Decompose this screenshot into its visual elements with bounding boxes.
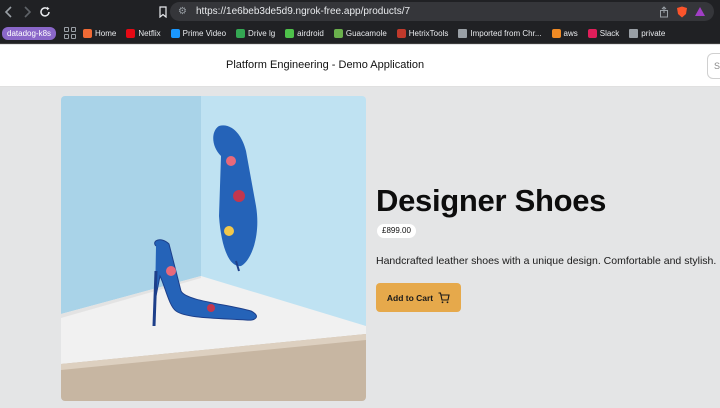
folder-icon <box>458 28 468 38</box>
netflix-favicon <box>126 28 136 38</box>
reload-icon <box>40 6 50 17</box>
forward-button[interactable] <box>18 2 36 22</box>
site-title[interactable]: Platform Engineering - Demo Application <box>226 59 424 71</box>
airdroid-favicon <box>285 28 295 38</box>
bookmarks-bar: datadog-k8s Home Netflix Prime Video Drive … <box>0 23 720 44</box>
chevron-left-icon <box>4 5 12 18</box>
add-to-cart-button[interactable]: Add to Cart <box>376 283 461 312</box>
bookmark-label: Prime Video <box>182 28 227 38</box>
bookmark-label: aws <box>563 28 578 38</box>
bookmark-label: airdroid <box>297 28 324 38</box>
bookmark-item[interactable]: aws <box>551 28 578 38</box>
product-title: Designer Shoes <box>376 183 607 218</box>
bookmark-item[interactable]: Drive lg <box>236 28 276 38</box>
bookmark-label: Netflix <box>138 28 161 38</box>
bookmark-label: HetrixTools <box>408 28 449 38</box>
bookmark-label: Home <box>95 28 117 38</box>
bookmark-item[interactable]: airdroid <box>285 28 324 38</box>
brave-shield-icon[interactable] <box>676 6 688 18</box>
prime-video-favicon <box>170 28 180 38</box>
bookmark-item[interactable]: private <box>629 28 666 38</box>
back-button[interactable] <box>0 2 18 22</box>
hetrixtools-favicon <box>396 28 406 38</box>
search-input[interactable]: S <box>707 53 720 79</box>
bookmark-label: private <box>641 28 666 38</box>
bookmark-label: Guacamole <box>345 28 387 38</box>
profile-group-chip[interactable]: datadog-k8s <box>2 26 57 40</box>
address-bar[interactable]: ⚙ https://1e6beb3de5d9.ngrok-free.app/pr… <box>170 2 714 21</box>
bookmark-label: Slack <box>599 28 620 38</box>
bookmark-item[interactable]: Prime Video <box>170 28 227 38</box>
bookmark-item[interactable]: Home <box>83 28 117 38</box>
url-text[interactable]: https://1e6beb3de5d9.ngrok-free.app/prod… <box>196 6 658 17</box>
price-badge: £899.00 <box>377 224 416 238</box>
cart-icon <box>438 291 450 303</box>
apps-grid-icon[interactable] <box>64 27 77 39</box>
share-icon[interactable] <box>658 5 670 18</box>
slack-favicon <box>587 28 597 38</box>
reload-button[interactable] <box>36 2 54 22</box>
aws-favicon <box>551 28 561 38</box>
product-image <box>61 96 366 401</box>
bookmark-item[interactable]: Imported from Chr... <box>458 28 542 38</box>
bookmark-item[interactable]: HetrixTools <box>396 28 449 38</box>
site-header: Platform Engineering - Demo Application … <box>0 45 720 87</box>
bookmark-list: Home Netflix Prime Video Drive lg airdroid Gu… <box>83 28 675 38</box>
bookmark-item[interactable]: Guacamole <box>333 28 387 38</box>
guacamole-favicon <box>333 28 343 38</box>
product-description: Handcrafted leather shoes with a unique … <box>376 255 717 267</box>
bookmark-label: Imported from Chr... <box>470 28 542 38</box>
site-settings-icon[interactable]: ⚙ <box>178 6 190 17</box>
bookmark-icon <box>159 5 167 18</box>
drive-favicon <box>236 28 246 38</box>
bookmark-item[interactable]: Slack <box>587 28 620 38</box>
chevron-right-icon <box>24 5 32 18</box>
brave-rewards-icon[interactable] <box>694 6 706 18</box>
bookmark-item[interactable]: Netflix <box>126 28 161 38</box>
home-favicon <box>83 28 93 38</box>
bookmark-label: Drive lg <box>248 28 276 38</box>
shoe-photo <box>61 96 366 401</box>
folder-icon <box>629 28 639 38</box>
browser-toolbar: ⚙ https://1e6beb3de5d9.ngrok-free.app/pr… <box>0 0 720 23</box>
add-to-cart-label: Add to Cart <box>386 292 434 303</box>
